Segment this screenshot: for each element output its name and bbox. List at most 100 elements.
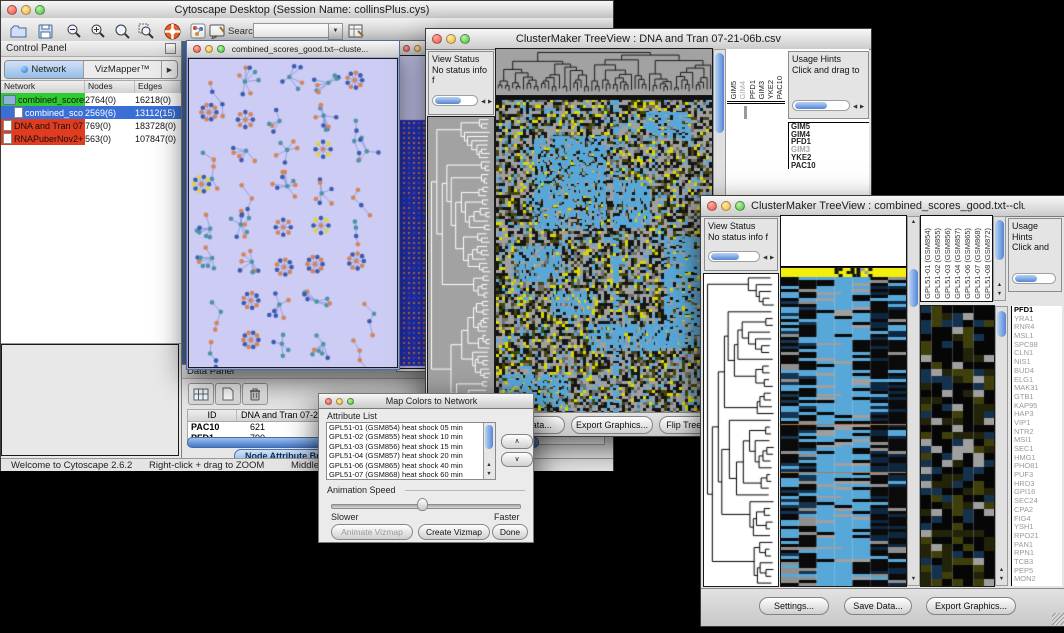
vscroll-thumb[interactable] [715, 53, 724, 133]
zoom-window-button[interactable] [347, 398, 354, 405]
zoom-heatmap[interactable] [921, 306, 994, 586]
heatmap-main[interactable] [781, 268, 906, 586]
scroll-right-arrow[interactable]: ▶ [860, 102, 864, 113]
network-row[interactable]: RNAPuberNov2+ 563(0) 107847(0) [1, 132, 181, 145]
network-table-column[interactable]: Edges [135, 81, 181, 93]
column-label[interactable]: GPL51-08 (GSM872) [983, 228, 992, 299]
treeview1-titlebar[interactable]: ClusterMaker TreeView : DNA and Tran 07-… [426, 29, 871, 50]
network-table-column[interactable]: Network [1, 81, 85, 93]
minimize-button[interactable] [21, 5, 31, 15]
zoom-out-button[interactable] [63, 21, 85, 41]
attribute-list-item[interactable]: GPL51-04 (GSM857) heat shock 20 min [327, 451, 495, 460]
scroll-down-arrow[interactable]: ▼ [908, 575, 919, 584]
save-data-button[interactable]: Save Data... [844, 597, 912, 615]
attribute-list-item[interactable]: GPL51-01 (GSM854) heat shock 05 min [327, 423, 495, 432]
network-row[interactable]: combined_scores_ 2764(0) 16218(0) [1, 93, 181, 106]
column-label[interactable]: GPL51-04 (GSM857) [953, 228, 963, 299]
scroll-down-arrow[interactable]: ▼ [996, 575, 1007, 584]
speed-slider-thumb[interactable] [417, 498, 428, 511]
attribute-list-item[interactable]: GPL51-06 (GSM865) heat shock 40 min [327, 461, 495, 470]
delete-attribute-button[interactable] [242, 383, 268, 405]
attribute-list-item[interactable]: GPL51-07 (GSM868) heat shock 60 min [327, 470, 495, 479]
treeview2-titlebar[interactable]: ClusterMaker TreeView : combined_scores_… [701, 196, 1064, 217]
close-button[interactable] [403, 45, 410, 52]
heatmap-main[interactable] [496, 96, 712, 413]
open-file-button[interactable] [7, 21, 29, 41]
search-dropdown-button[interactable]: ▼ [328, 23, 343, 40]
save-file-button[interactable] [34, 21, 56, 41]
scroll-left-arrow[interactable]: ◀ [481, 97, 485, 108]
help-button[interactable] [161, 21, 183, 41]
close-button[interactable] [193, 45, 201, 53]
row-dendrogram[interactable] [704, 274, 778, 586]
scroll-left-arrow[interactable]: ◀ [853, 102, 857, 113]
attribute-list[interactable]: GPL51-01 (GSM854) heat shock 05 minGPL51… [326, 422, 496, 480]
zoom-selected-button[interactable] [135, 21, 157, 41]
done-button[interactable]: Done [492, 524, 528, 540]
create-vizmap-button[interactable]: Create Vizmap [418, 524, 490, 540]
column-label[interactable]: GIM4 [738, 81, 747, 99]
zoom-window-button[interactable] [460, 34, 470, 44]
settings-button[interactable]: Settings... [759, 597, 829, 615]
column-label[interactable]: GPL51-07 (GSM868) [973, 228, 983, 299]
column-dendrogram[interactable] [496, 49, 712, 95]
zoom-fit-button[interactable] [111, 21, 133, 41]
close-button[interactable] [707, 201, 717, 211]
column-label[interactable]: GPL51-02 (GSM855) [933, 228, 943, 299]
vscroll-thumb[interactable] [997, 311, 1006, 337]
network-row[interactable]: combined_sco 2569(6) 13112(15) [1, 106, 181, 119]
labels-vscrollbar[interactable]: ▲ ▼ [993, 216, 1006, 301]
minimize-button[interactable] [205, 45, 213, 53]
close-button[interactable] [325, 398, 332, 405]
dialog-titlebar[interactable]: Map Colors to Network [319, 394, 533, 409]
zoom-window-button[interactable] [735, 201, 745, 211]
minimize-button[interactable] [414, 45, 421, 52]
tab-overflow-button[interactable]: ▶ [162, 61, 177, 78]
resize-grip[interactable] [1052, 613, 1064, 625]
vizmapper-button[interactable] [187, 21, 209, 41]
heatmap-vscrollbar[interactable]: ▲ ▼ [907, 216, 920, 586]
scroll-right-arrow[interactable]: ▶ [488, 97, 492, 108]
gene-label[interactable]: MON2 [1014, 575, 1062, 584]
attribute-list-item[interactable]: GPL51-03 (GSM856) heat shock 15 min [327, 442, 495, 451]
scroll-up-arrow[interactable]: ▲ [908, 218, 919, 227]
attribute-list-item[interactable]: GPL51-02 (GSM855) heat shock 10 min [327, 432, 495, 441]
row-dendrogram[interactable] [428, 117, 494, 413]
search-input[interactable] [253, 23, 331, 38]
export-graphics-button[interactable]: Export Graphics... [571, 416, 653, 434]
network-titlebar[interactable]: combined_scores_good.txt--cluste... [187, 41, 399, 58]
scroll-right-arrow[interactable]: ▶ [770, 253, 774, 264]
tab-vizmapper[interactable]: VizMapper™ [84, 61, 163, 78]
id-column-header[interactable]: ID [188, 410, 237, 421]
attribute-browser-button[interactable] [345, 21, 367, 41]
zoom-in-button[interactable] [87, 21, 109, 41]
status-hscrollbar[interactable] [432, 95, 478, 106]
column-label[interactable]: GPL51-06 (GSM865) [963, 228, 973, 299]
column-label[interactable]: PAC10 [775, 76, 784, 99]
column-label[interactable]: GPL51-03 (GSM856) [943, 228, 953, 299]
network-row[interactable]: DNA and Tran 07 769(0) 183728(0) [1, 119, 181, 132]
status-hscrollbar[interactable] [708, 251, 760, 262]
hints-hscrollbar[interactable] [1012, 273, 1056, 284]
export-graphics-button[interactable]: Export Graphics... [926, 597, 1016, 615]
network-canvas[interactable] [189, 59, 397, 367]
vscroll-thumb[interactable] [995, 220, 1004, 260]
column-label[interactable]: GIM3 [757, 81, 766, 99]
animate-vizmap-button[interactable]: Animate Vizmap [331, 524, 413, 540]
scroll-left-arrow[interactable]: ◀ [763, 253, 767, 264]
close-button[interactable] [7, 5, 17, 15]
gene-label[interactable]: PAC10 [791, 162, 869, 169]
scroll-up-arrow[interactable]: ▲ [484, 461, 494, 470]
close-button[interactable] [432, 34, 442, 44]
column-label[interactable]: PFD1 [748, 80, 757, 99]
zoom-window-button[interactable] [35, 5, 45, 15]
minimize-button[interactable] [721, 201, 731, 211]
network-table-column[interactable]: Nodes [85, 81, 135, 93]
move-up-button[interactable]: ∧ [501, 434, 533, 449]
main-titlebar[interactable]: Cytoscape Desktop (Session Name: collins… [1, 1, 613, 19]
annotation-button[interactable] [207, 21, 229, 41]
tab-network[interactable]: Network [5, 61, 84, 78]
column-label[interactable]: GIM5 [729, 81, 738, 99]
scroll-down-arrow[interactable]: ▼ [484, 470, 494, 479]
list-vscrollbar[interactable]: ▲ ▼ [483, 423, 495, 479]
